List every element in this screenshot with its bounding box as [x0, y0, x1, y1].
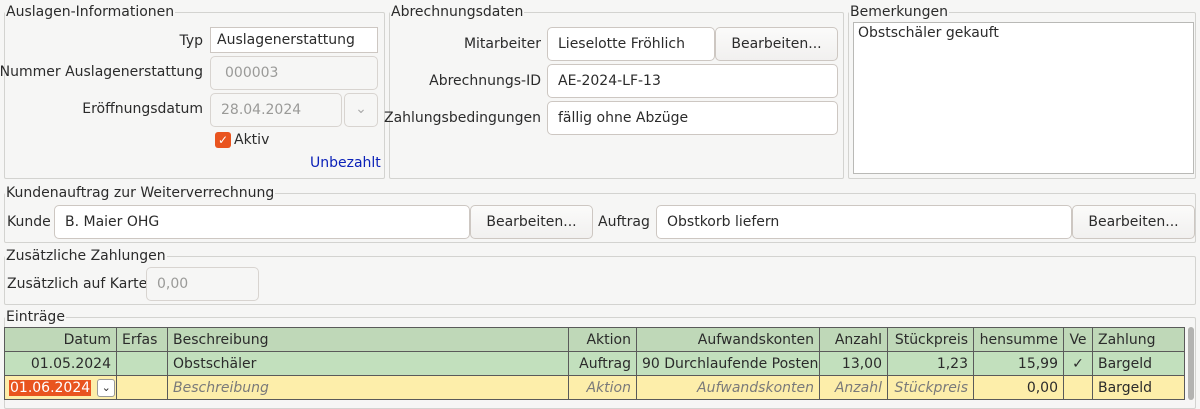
cell-checked[interactable]	[1063, 375, 1093, 400]
col-header-captured[interactable]: Erfas	[116, 327, 168, 352]
billing-id-label: Abrechnungs-ID	[429, 73, 541, 89]
col-header-description[interactable]: Beschreibung	[167, 327, 569, 352]
chevron-down-icon[interactable]: ⌄	[97, 378, 116, 397]
cell-unit-price[interactable]: Stückpreis	[887, 375, 974, 400]
cell-action[interactable]: Auftrag	[568, 351, 637, 376]
order-edit-button[interactable]: Bearbeiten...	[1072, 205, 1195, 239]
unpaid-status-link[interactable]: Unbezahlt	[310, 153, 381, 173]
col-header-action[interactable]: Aktion	[568, 327, 637, 352]
col-header-accounts[interactable]: Aufwandskonten	[636, 327, 820, 352]
table-row[interactable]: 01.05.2024 Obstschäler Auftrag 90 Durchl…	[4, 351, 1185, 376]
billing-id-field[interactable]: AE-2024-LF-13	[547, 64, 838, 98]
order-field[interactable]: Obstkorb liefern	[656, 205, 1072, 239]
entries-table: Datum Erfas Beschreibung Aktion Aufwands…	[4, 327, 1185, 400]
expense-info-legend: Auslagen-Informationen	[6, 4, 175, 20]
col-header-checked[interactable]: Ve	[1063, 327, 1093, 352]
opening-date-field: 28.04.2024	[210, 93, 342, 127]
cell-captured[interactable]	[116, 375, 168, 400]
cell-description[interactable]: Obstschäler	[167, 351, 569, 376]
table-header-row: Datum Erfas Beschreibung Aktion Aufwands…	[4, 327, 1185, 352]
type-label: Typ	[179, 33, 203, 49]
vertical-scrollbar[interactable]	[1188, 327, 1194, 400]
remarks-textarea[interactable]: Obstschäler gekauft	[853, 22, 1194, 174]
col-header-total[interactable]: hensumme	[973, 327, 1064, 352]
customer-order-legend: Kundenauftrag zur Weiterverrechnung	[6, 185, 275, 201]
cell-action[interactable]: Aktion	[568, 375, 637, 400]
checkmark-icon: ✓	[217, 133, 229, 147]
payment-terms-field[interactable]: fällig ohne Abzüge	[547, 101, 838, 135]
type-field[interactable]: Auslagenerstattung	[210, 27, 378, 53]
col-header-unit-price[interactable]: Stückpreis	[887, 327, 974, 352]
cell-quantity[interactable]: Anzahl	[819, 375, 888, 400]
table-row[interactable]: 01.06.2024 ⌄ Beschreibung Aktion Aufwands…	[4, 375, 1185, 400]
billing-legend: Abrechnungsdaten	[391, 4, 524, 20]
cell-unit-price[interactable]: 1,23	[887, 351, 974, 376]
cell-total[interactable]: 15,99	[973, 351, 1064, 376]
customer-label: Kunde	[7, 214, 51, 230]
active-label: Aktiv	[234, 132, 270, 148]
cell-account[interactable]: Aufwandskonten	[636, 375, 820, 400]
cell-date-editor[interactable]: 01.06.2024 ⌄	[4, 375, 117, 400]
date-picker-button[interactable]: ⌄	[344, 93, 378, 127]
remarks-legend: Bemerkungen	[850, 4, 949, 20]
number-label: Nummer Auslagenerstattung	[0, 64, 203, 80]
cell-total[interactable]: 0,00	[973, 375, 1064, 400]
cell-date[interactable]: 01.05.2024	[4, 351, 117, 376]
cell-description[interactable]: Beschreibung	[167, 375, 569, 400]
date-input[interactable]: 01.06.2024	[9, 379, 92, 396]
card-label: Zusätzlich auf Karte	[7, 276, 148, 292]
additional-payments-legend: Zusätzliche Zahlungen	[6, 248, 166, 264]
customer-edit-button[interactable]: Bearbeiten...	[470, 205, 593, 239]
opening-date-label: Eröffnungsdatum	[82, 101, 203, 117]
order-label: Auftrag	[598, 214, 650, 230]
cell-quantity[interactable]: 13,00	[819, 351, 888, 376]
cell-payment[interactable]: Bargeld	[1092, 375, 1185, 400]
employee-field[interactable]: Lieselotte Fröhlich	[547, 27, 715, 61]
cell-checked[interactable]: ✓	[1063, 351, 1093, 376]
number-field: 000003	[210, 56, 378, 90]
col-header-date[interactable]: Datum	[4, 327, 117, 352]
customer-field[interactable]: B. Maier OHG	[54, 205, 470, 239]
col-header-payment[interactable]: Zahlung	[1092, 327, 1185, 352]
cell-payment[interactable]: Bargeld	[1092, 351, 1185, 376]
col-header-quantity[interactable]: Anzahl	[819, 327, 888, 352]
cell-account[interactable]: 90 Durchlaufende Posten	[636, 351, 820, 376]
active-checkbox[interactable]: ✓	[215, 132, 231, 148]
chevron-down-icon: ⌄	[355, 101, 367, 117]
card-amount-field[interactable]: 0,00	[146, 267, 259, 301]
entries-legend: Einträge	[6, 309, 65, 325]
cell-captured[interactable]	[116, 351, 168, 376]
employee-edit-button[interactable]: Bearbeiten...	[715, 27, 838, 61]
employee-label: Mitarbeiter	[463, 36, 541, 52]
payment-terms-label: Zahlungsbedingungen	[383, 110, 541, 126]
